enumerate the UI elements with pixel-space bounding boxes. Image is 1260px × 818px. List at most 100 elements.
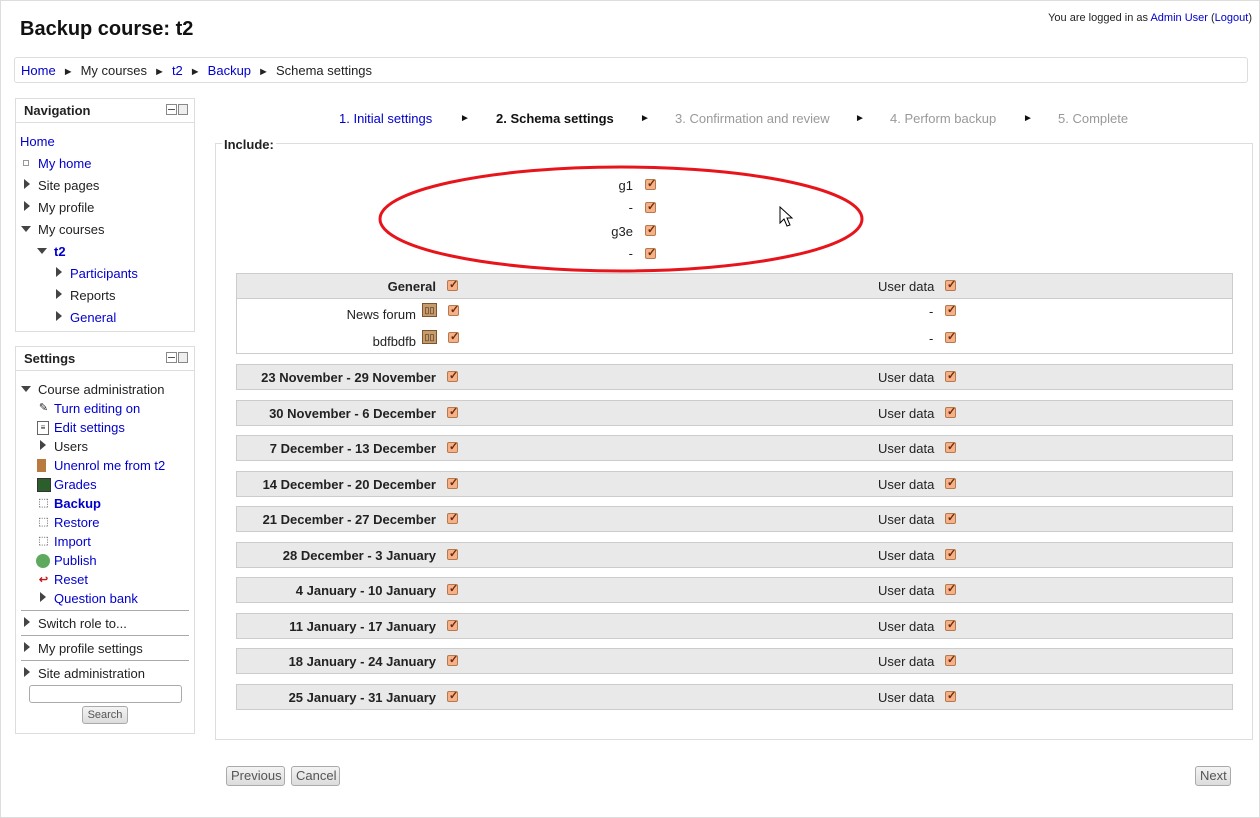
expand-arrow-icon[interactable]: [40, 440, 46, 450]
section-include-checkbox[interactable]: [447, 689, 458, 702]
section-userdata-checkbox[interactable]: [945, 278, 956, 291]
section-userdata-checkbox[interactable]: [945, 476, 956, 489]
breadcrumb-backup[interactable]: Backup: [208, 63, 251, 78]
step-initial-settings[interactable]: 1. Initial settings: [339, 111, 432, 126]
settings-search-input[interactable]: [29, 685, 182, 703]
section-include-checkbox[interactable]: [447, 582, 458, 595]
course-administration[interactable]: Course administration: [38, 382, 164, 397]
section-title: General: [387, 279, 436, 294]
activity-include-checkbox[interactable]: [448, 303, 459, 316]
logout-link[interactable]: Logout: [1215, 12, 1249, 24]
section-userdata-checkbox[interactable]: [945, 369, 956, 382]
include-legend: Include:: [222, 137, 276, 152]
site-administration[interactable]: Site administration: [38, 666, 145, 681]
expand-arrow-icon[interactable]: [24, 179, 30, 189]
activity-include-checkbox[interactable]: [448, 330, 459, 343]
section-week: 11 January - 17 January User data: [236, 613, 1233, 639]
activity-dash: -: [929, 331, 934, 346]
section-general: General User data News forum ▯▯ - bdfbdf…: [236, 273, 1233, 354]
nav-reports[interactable]: Reports: [70, 288, 116, 303]
edit-settings-link[interactable]: Edit settings: [54, 420, 125, 435]
nav-my-home[interactable]: My home: [38, 156, 91, 171]
users-item[interactable]: Users: [54, 439, 88, 454]
collapse-arrow-icon[interactable]: [21, 386, 31, 392]
reset-arrow-icon: ↩: [38, 574, 49, 586]
section-header: General User data: [237, 274, 1232, 299]
publish-link[interactable]: Publish: [54, 553, 97, 568]
section-userdata-checkbox[interactable]: [945, 689, 956, 702]
section-include-checkbox[interactable]: [447, 618, 458, 631]
login-info: You are logged in as Admin User (Logout): [1048, 12, 1252, 24]
section-include-checkbox[interactable]: [447, 369, 458, 382]
section-userdata-checkbox[interactable]: [945, 405, 956, 418]
expand-arrow-icon[interactable]: [24, 642, 30, 652]
section-userdata-checkbox[interactable]: [945, 582, 956, 595]
turn-editing-on-link[interactable]: Turn editing on: [54, 401, 140, 416]
cancel-button[interactable]: Cancel: [291, 766, 340, 786]
previous-button[interactable]: Previous: [226, 766, 285, 786]
switch-role[interactable]: Switch role to...: [38, 616, 127, 631]
nav-general[interactable]: General: [70, 310, 116, 325]
step-perform-backup: 4. Perform backup: [890, 111, 997, 126]
section-include-checkbox[interactable]: [447, 547, 458, 560]
section-include-checkbox[interactable]: [447, 653, 458, 666]
nav-site-pages[interactable]: Site pages: [38, 178, 99, 193]
section-week: 7 December - 13 December User data: [236, 435, 1233, 461]
nav-course-t2[interactable]: t2: [54, 244, 66, 259]
user-data-label: User data: [878, 548, 935, 563]
section-title: 30 November - 6 December: [269, 406, 436, 421]
user-data-label: User data: [878, 690, 935, 705]
expand-arrow-icon[interactable]: [24, 667, 30, 677]
expand-arrow-icon[interactable]: [24, 201, 30, 211]
restore-link[interactable]: Restore: [54, 515, 100, 530]
import-link[interactable]: Import: [54, 534, 91, 549]
user-link[interactable]: Admin User: [1150, 12, 1207, 24]
section-userdata-checkbox[interactable]: [945, 618, 956, 631]
divider: [21, 610, 189, 611]
step-confirmation: 3. Confirmation and review: [675, 111, 830, 126]
unenrol-link[interactable]: Unenrol me from t2: [54, 458, 165, 473]
section-include-checkbox[interactable]: [447, 476, 458, 489]
expand-arrow-icon[interactable]: [56, 311, 62, 321]
grades-link[interactable]: Grades: [54, 477, 97, 492]
section-header: 18 January - 24 January User data: [237, 649, 1232, 674]
breadcrumb-course[interactable]: t2: [172, 63, 183, 78]
step-schema-settings: 2. Schema settings: [496, 111, 614, 126]
section-week: 4 January - 10 January User data: [236, 577, 1233, 603]
section-include-checkbox[interactable]: [447, 511, 458, 524]
section-userdata-checkbox[interactable]: [945, 547, 956, 560]
login-prefix: You are logged in as: [1048, 12, 1149, 24]
section-title: 23 November - 29 November: [261, 370, 436, 385]
section-userdata-checkbox[interactable]: [945, 511, 956, 524]
section-include-checkbox[interactable]: [447, 278, 458, 291]
block-dock-icon[interactable]: [166, 352, 188, 363]
nav-home[interactable]: Home: [20, 134, 55, 149]
question-bank-link[interactable]: Question bank: [54, 591, 138, 606]
nav-my-courses[interactable]: My courses: [38, 222, 104, 237]
backup-link[interactable]: Backup: [54, 496, 101, 511]
activity-userdata-checkbox[interactable]: [945, 330, 956, 343]
collapse-arrow-icon[interactable]: [21, 226, 31, 232]
expand-arrow-icon[interactable]: [56, 289, 62, 299]
section-include-checkbox[interactable]: [447, 440, 458, 453]
search-button[interactable]: Search: [82, 706, 128, 724]
nav-my-profile[interactable]: My profile: [38, 200, 94, 215]
expand-arrow-icon[interactable]: [56, 267, 62, 277]
section-userdata-checkbox[interactable]: [945, 653, 956, 666]
block-dock-icon[interactable]: [166, 104, 188, 115]
divider: [21, 635, 189, 636]
collapse-arrow-icon[interactable]: [37, 248, 47, 254]
step-arrow-icon: ►: [640, 113, 650, 124]
expand-arrow-icon[interactable]: [40, 592, 46, 602]
section-header: 7 December - 13 December User data: [237, 436, 1232, 461]
nav-participants[interactable]: Participants: [70, 266, 138, 281]
expand-arrow-icon[interactable]: [24, 617, 30, 627]
section-userdata-checkbox[interactable]: [945, 440, 956, 453]
navigation-block-header: Navigation: [16, 99, 194, 123]
reset-link[interactable]: Reset: [54, 572, 88, 587]
breadcrumb-home[interactable]: Home: [21, 63, 56, 78]
section-include-checkbox[interactable]: [447, 405, 458, 418]
my-profile-settings[interactable]: My profile settings: [38, 641, 143, 656]
activity-userdata-checkbox[interactable]: [945, 303, 956, 316]
next-button[interactable]: Next: [1195, 766, 1231, 786]
